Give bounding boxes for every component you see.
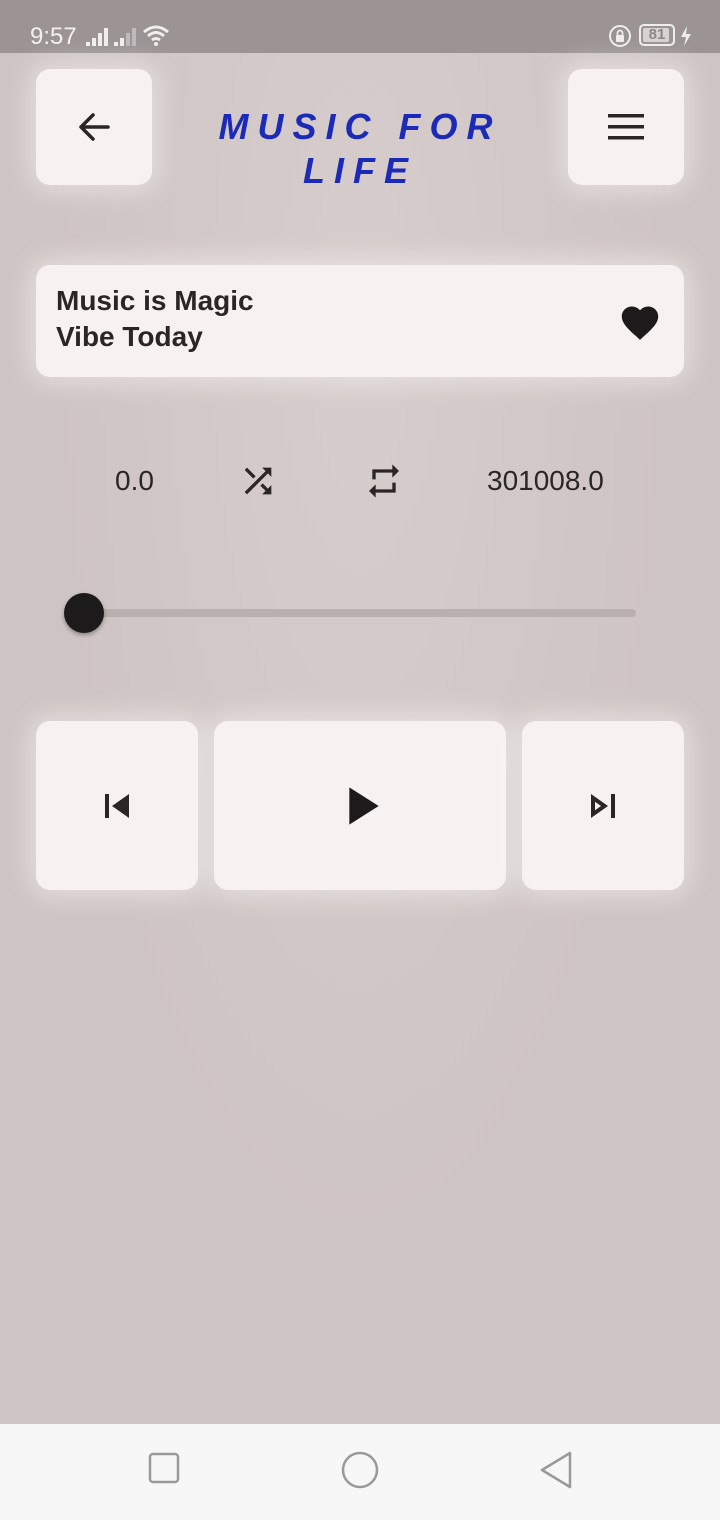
- favorite-button[interactable]: [614, 295, 666, 347]
- skip-previous-icon: [105, 793, 129, 818]
- back-button[interactable]: [36, 69, 152, 185]
- next-button[interactable]: [522, 721, 684, 890]
- recent-apps-icon[interactable]: [148, 1452, 180, 1484]
- hamburger-menu-icon: [608, 114, 644, 140]
- play-icon: [349, 786, 379, 825]
- repeat-icon: [369, 464, 399, 498]
- battery-icon: 81: [639, 24, 675, 46]
- seek-bar[interactable]: [84, 609, 636, 617]
- song-title: Music is Magic: [56, 285, 254, 316]
- signal-icon: [114, 28, 136, 46]
- menu-button[interactable]: [568, 69, 684, 185]
- app-title: MUSIC FOR LIFE: [218, 106, 502, 191]
- skip-next-icon: [591, 793, 615, 818]
- main-screen: MUSIC FOR LIFE Music is Magic Vibe Today…: [0, 53, 720, 1424]
- shuffle-button[interactable]: [234, 457, 282, 505]
- status-time: 9:57: [30, 23, 77, 50]
- back-icon[interactable]: [538, 1450, 574, 1490]
- song-info-card: Music is Magic Vibe Today: [36, 265, 684, 377]
- charging-bolt-icon: [681, 26, 691, 46]
- wifi-icon: [143, 25, 169, 46]
- signal-icon: [86, 28, 108, 46]
- arrow-left-icon: [79, 113, 110, 141]
- system-navigation-bar: [0, 1424, 720, 1520]
- current-time: 0.0: [115, 465, 154, 496]
- status-bar: 9:57 81: [0, 0, 720, 53]
- shuffle-icon: [244, 467, 272, 495]
- seek-thumb[interactable]: [64, 593, 104, 633]
- home-icon[interactable]: [340, 1450, 380, 1490]
- play-button[interactable]: [214, 721, 506, 890]
- song-artist: Vibe Today: [56, 321, 203, 352]
- battery-level: 81: [648, 26, 666, 43]
- previous-button[interactable]: [36, 721, 198, 890]
- rotation-lock-icon: [609, 25, 631, 47]
- heart-icon: [621, 306, 659, 340]
- total-duration: 301008.0: [487, 465, 604, 496]
- repeat-button[interactable]: [360, 457, 408, 505]
